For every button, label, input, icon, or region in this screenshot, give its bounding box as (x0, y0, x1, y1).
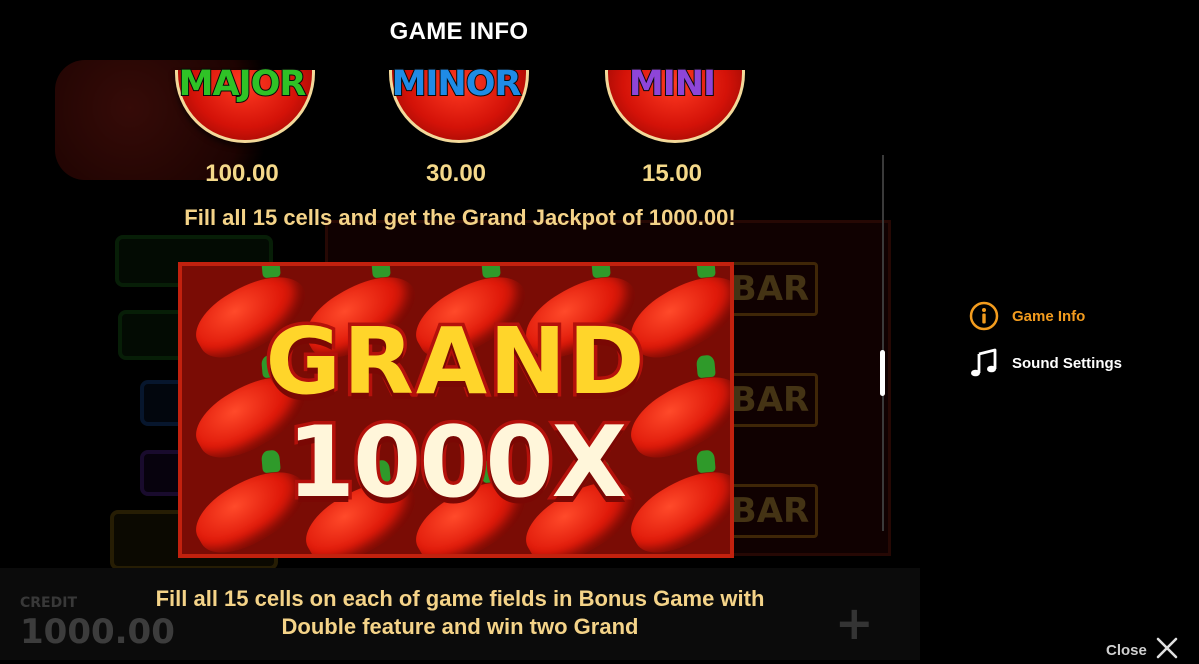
info-icon (968, 300, 1000, 332)
close-label: Close (1106, 641, 1147, 659)
background-bar-symbol: BAR (722, 484, 818, 538)
grand-multiplier: 1000X (283, 403, 630, 524)
background-plus-button: + (835, 596, 874, 650)
scrollbar-thumb[interactable] (880, 350, 885, 396)
background-bar-symbol: BAR (722, 262, 818, 316)
music-note-icon (968, 347, 1000, 379)
tier-value: 30.00 (425, 160, 487, 187)
tier-value: 100.00 (205, 160, 279, 187)
tier-label: MINOR (391, 63, 523, 105)
tier-label: MINI (628, 63, 717, 105)
tier-minor: MINOR 30.00 (371, 50, 541, 200)
grand-jackpot-description: Fill all 15 cells and get the Grand Jack… (184, 205, 736, 230)
menu-item-game-info[interactable]: Game Info (968, 300, 1085, 332)
tier-major: MAJOR 100.00 (157, 50, 327, 200)
menu-item-label: Game Info (1012, 307, 1086, 325)
menu-item-label: Sound Settings (1012, 354, 1122, 372)
grand-word: GRAND (262, 305, 648, 419)
tier-value: 15.00 (641, 160, 703, 187)
page-title: GAME INFO (389, 18, 529, 45)
grand-jackpot-image: GRAND 1000X (178, 262, 734, 558)
menu-item-sound-settings[interactable]: Sound Settings (968, 347, 1122, 379)
bonus-game-description: Fill all 15 cells on each of game fields… (155, 586, 765, 637)
background-credit-label: CREDIT (20, 595, 77, 611)
tier-label: MAJOR (178, 63, 308, 105)
background-bar-symbol: BAR (722, 373, 818, 427)
tier-mini: MINI 15.00 (587, 50, 757, 200)
scrollbar-track[interactable] (882, 155, 884, 531)
